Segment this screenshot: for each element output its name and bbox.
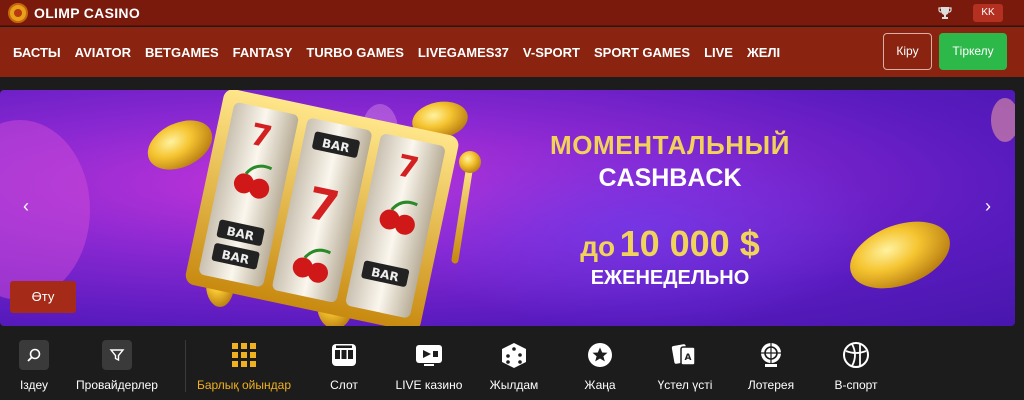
lottery-wheel-icon [756, 340, 786, 370]
nav-item-livegames37[interactable]: LIVEGAMES37 [418, 45, 509, 60]
promo-subtitle: CASHBACK [598, 164, 742, 192]
promo-amount: 10 000 $ [619, 223, 760, 264]
coin [850, 221, 950, 289]
category-bar: Іздеу Провайдерлер Барлық ойындар Слот L… [0, 330, 1024, 400]
register-button[interactable]: Тіркелу [939, 33, 1007, 70]
table-cards-icon: A [670, 340, 700, 370]
nav-item-live[interactable]: LIVE [704, 45, 733, 60]
category-divider [185, 340, 186, 392]
slot-machine-icon [329, 340, 359, 370]
filter-icon [102, 340, 132, 370]
category-all-games[interactable]: Барлық ойындар [189, 340, 299, 392]
login-button[interactable]: Кіру [883, 33, 932, 70]
grid-icon [229, 340, 259, 370]
promo-amount-line: до 10 000 $ [530, 223, 810, 265]
nav-item-betgames[interactable]: BETGAMES [145, 45, 219, 60]
trophy-icon[interactable] [937, 5, 953, 21]
brand-logo[interactable]: OLIMP CASINO [8, 3, 140, 23]
nav-item-home[interactable]: БАСТЫ [13, 45, 61, 60]
promo-text: МОМЕНТАЛЬНЫЙ CASHBACK до 10 000 $ ЕЖЕНЕД… [530, 130, 810, 290]
prev-slide-icon[interactable]: ‹ [18, 197, 34, 215]
category-v-sport[interactable]: В-спорт [801, 340, 911, 392]
coin [991, 98, 1015, 142]
category-label: В-спорт [834, 378, 878, 392]
top-bar: OLIMP CASINO KK [0, 0, 1024, 26]
nav-item-turbo-games[interactable]: TURBO GAMES [306, 45, 404, 60]
brand-name: OLIMP CASINO [34, 5, 141, 21]
promo-frequency: ЕЖЕНЕДЕЛЬНО [590, 267, 750, 289]
banner-go-button[interactable]: Өту [10, 281, 76, 313]
olimp-logo-icon [8, 3, 28, 23]
coin [147, 120, 213, 170]
category-label: Провайдерлер [76, 378, 158, 392]
dice-icon [499, 340, 529, 370]
live-camera-icon [414, 340, 444, 370]
nav-item-aviator[interactable]: AVIATOR [75, 45, 131, 60]
search-icon [19, 340, 49, 370]
promo-banner[interactable]: 7 BAR BAR BAR 7 7 BAR ‹ › МОМЕНТАЛЬНЫЙ C… [0, 90, 1015, 326]
next-slide-icon[interactable]: › [980, 197, 996, 215]
category-providers[interactable]: Провайдерлер [62, 340, 172, 392]
main-nav: БАСТЫ AVIATOR BETGAMES FANTASY TURBO GAM… [0, 27, 1024, 77]
star-icon [585, 340, 615, 370]
promo-amount-prefix: до [580, 231, 616, 262]
nav-menu: БАСТЫ AVIATOR BETGAMES FANTASY TURBO GAM… [13, 27, 794, 77]
language-selector[interactable]: KK [973, 4, 1003, 22]
nav-item-v-sport[interactable]: V-SPORT [523, 45, 580, 60]
svg-text:A: A [685, 353, 692, 363]
promo-title: МОМЕНТАЛЬНЫЙ [549, 130, 791, 160]
nav-item-fantasy[interactable]: FANTASY [233, 45, 293, 60]
category-label: Барлық ойындар [196, 378, 291, 392]
nav-item-sport-games[interactable]: SPORT GAMES [594, 45, 690, 60]
banner-artwork: 7 BAR BAR BAR 7 7 BAR [0, 90, 1015, 326]
sport-ball-icon [841, 340, 871, 370]
nav-item-more[interactable]: ЖЕЛІ [747, 45, 780, 60]
